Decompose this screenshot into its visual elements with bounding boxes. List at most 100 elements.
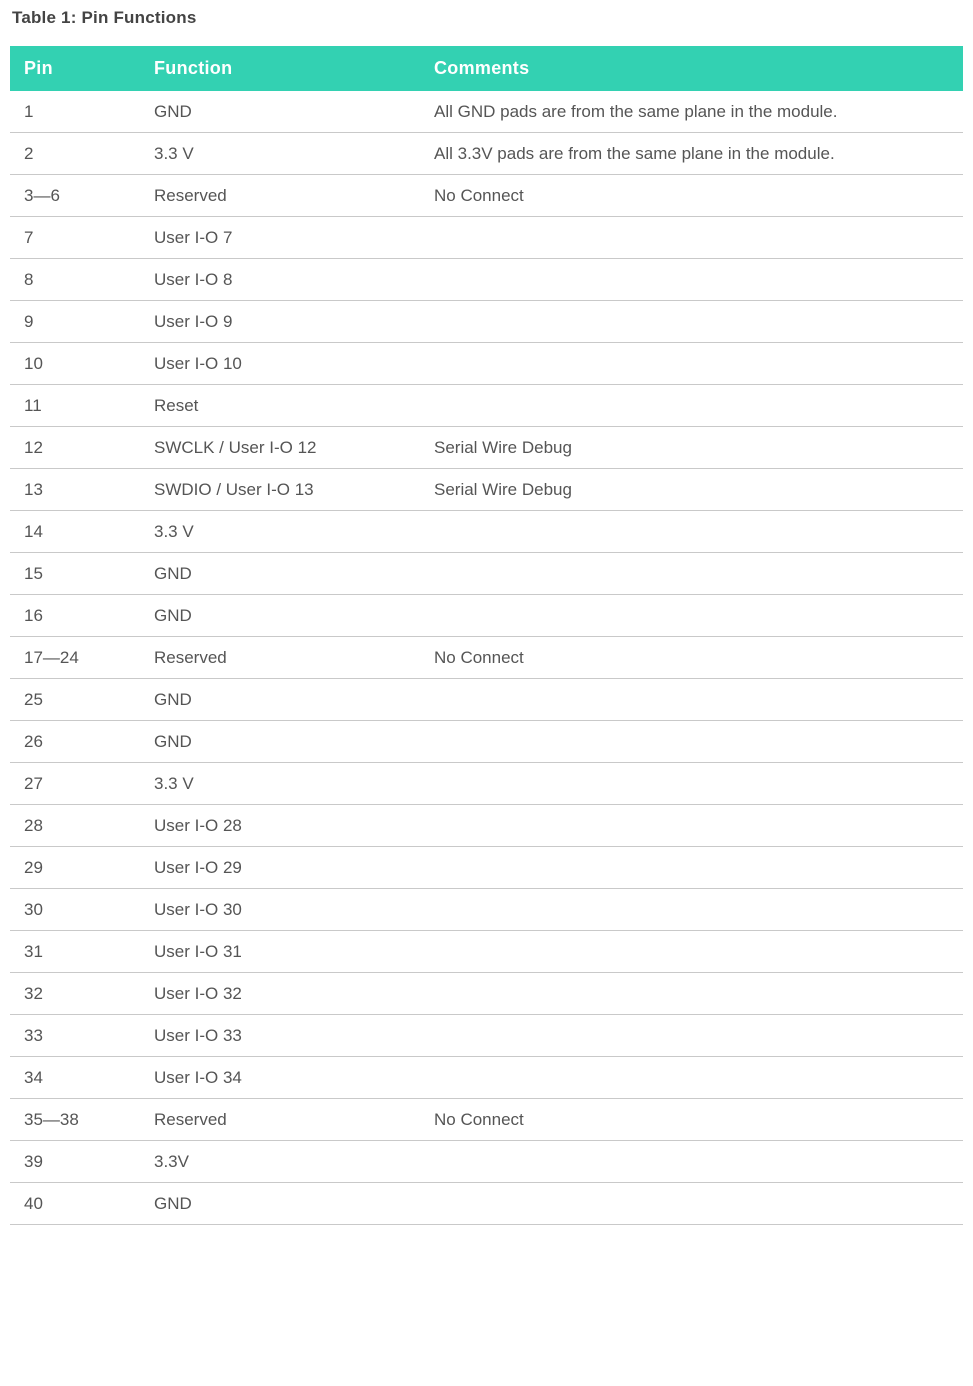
cell-pin: 8 [10,259,140,301]
cell-function: SWDIO / User I-O 13 [140,469,420,511]
table-header-row: Pin Function Comments [10,46,963,91]
cell-pin: 2 [10,133,140,175]
cell-function: User I-O 7 [140,217,420,259]
cell-comments [420,217,963,259]
cell-function: SWCLK / User I-O 12 [140,427,420,469]
table-row: 11Reset [10,385,963,427]
table-row: 393.3V [10,1141,963,1183]
cell-pin: 39 [10,1141,140,1183]
table-row: 8User I-O 8 [10,259,963,301]
table-row: 13SWDIO / User I-O 13Serial Wire Debug [10,469,963,511]
table-row: 9User I-O 9 [10,301,963,343]
cell-pin: 13 [10,469,140,511]
table-row: 16GND [10,595,963,637]
pin-functions-table: Pin Function Comments 1GNDAll GND pads a… [10,46,963,1225]
cell-function: User I-O 33 [140,1015,420,1057]
cell-comments [420,847,963,889]
cell-pin: 1 [10,91,140,133]
cell-comments [420,805,963,847]
cell-pin: 40 [10,1183,140,1225]
cell-comments [420,259,963,301]
cell-pin: 25 [10,679,140,721]
cell-function: User I-O 28 [140,805,420,847]
table-row: 143.3 V [10,511,963,553]
table-row: 30User I-O 30 [10,889,963,931]
cell-pin: 16 [10,595,140,637]
table-row: 273.3 V [10,763,963,805]
cell-function: User I-O 10 [140,343,420,385]
cell-pin: 33 [10,1015,140,1057]
cell-pin: 3—6 [10,175,140,217]
cell-function: Reset [140,385,420,427]
cell-comments [420,1183,963,1225]
cell-pin: 30 [10,889,140,931]
cell-comments [420,1015,963,1057]
cell-pin: 12 [10,427,140,469]
table-row: 31User I-O 31 [10,931,963,973]
table-row: 28User I-O 28 [10,805,963,847]
table-row: 1GNDAll GND pads are from the same plane… [10,91,963,133]
cell-pin: 35—38 [10,1099,140,1141]
cell-comments [420,385,963,427]
cell-comments [420,679,963,721]
table-body: 1GNDAll GND pads are from the same plane… [10,91,963,1225]
cell-pin: 10 [10,343,140,385]
cell-function: GND [140,553,420,595]
table-row: 32User I-O 32 [10,973,963,1015]
cell-comments [420,973,963,1015]
cell-pin: 27 [10,763,140,805]
cell-function: User I-O 29 [140,847,420,889]
table-row: 25GND [10,679,963,721]
table-row: 40GND [10,1183,963,1225]
cell-function: User I-O 30 [140,889,420,931]
cell-comments: No Connect [420,175,963,217]
cell-comments [420,301,963,343]
cell-function: User I-O 32 [140,973,420,1015]
col-header-comments: Comments [420,46,963,91]
cell-comments: No Connect [420,637,963,679]
cell-comments [420,553,963,595]
cell-comments: Serial Wire Debug [420,469,963,511]
cell-pin: 15 [10,553,140,595]
cell-function: User I-O 8 [140,259,420,301]
cell-comments: All 3.3V pads are from the same plane in… [420,133,963,175]
cell-comments [420,343,963,385]
table-row: 33User I-O 33 [10,1015,963,1057]
cell-comments [420,595,963,637]
cell-function: GND [140,679,420,721]
table-row: 34User I-O 34 [10,1057,963,1099]
cell-function: 3.3 V [140,511,420,553]
table-caption: Table 1: Pin Functions [12,8,963,28]
cell-pin: 14 [10,511,140,553]
col-header-pin: Pin [10,46,140,91]
cell-pin: 32 [10,973,140,1015]
cell-function: GND [140,1183,420,1225]
cell-function: User I-O 31 [140,931,420,973]
table-row: 12SWCLK / User I-O 12Serial Wire Debug [10,427,963,469]
cell-pin: 17—24 [10,637,140,679]
table-row: 7User I-O 7 [10,217,963,259]
table-row: 15GND [10,553,963,595]
table-row: 35—38ReservedNo Connect [10,1099,963,1141]
cell-comments [420,511,963,553]
col-header-function: Function [140,46,420,91]
table-row: 17—24ReservedNo Connect [10,637,963,679]
cell-function: Reserved [140,637,420,679]
cell-comments [420,721,963,763]
cell-pin: 26 [10,721,140,763]
cell-function: Reserved [140,1099,420,1141]
table-row: 29User I-O 29 [10,847,963,889]
cell-pin: 11 [10,385,140,427]
table-row: 10User I-O 10 [10,343,963,385]
table-row: 26GND [10,721,963,763]
cell-pin: 9 [10,301,140,343]
cell-comments: All GND pads are from the same plane in … [420,91,963,133]
cell-comments [420,889,963,931]
cell-function: User I-O 9 [140,301,420,343]
table-row: 3—6ReservedNo Connect [10,175,963,217]
cell-function: GND [140,91,420,133]
cell-pin: 31 [10,931,140,973]
cell-pin: 7 [10,217,140,259]
cell-function: GND [140,595,420,637]
cell-function: 3.3 V [140,763,420,805]
